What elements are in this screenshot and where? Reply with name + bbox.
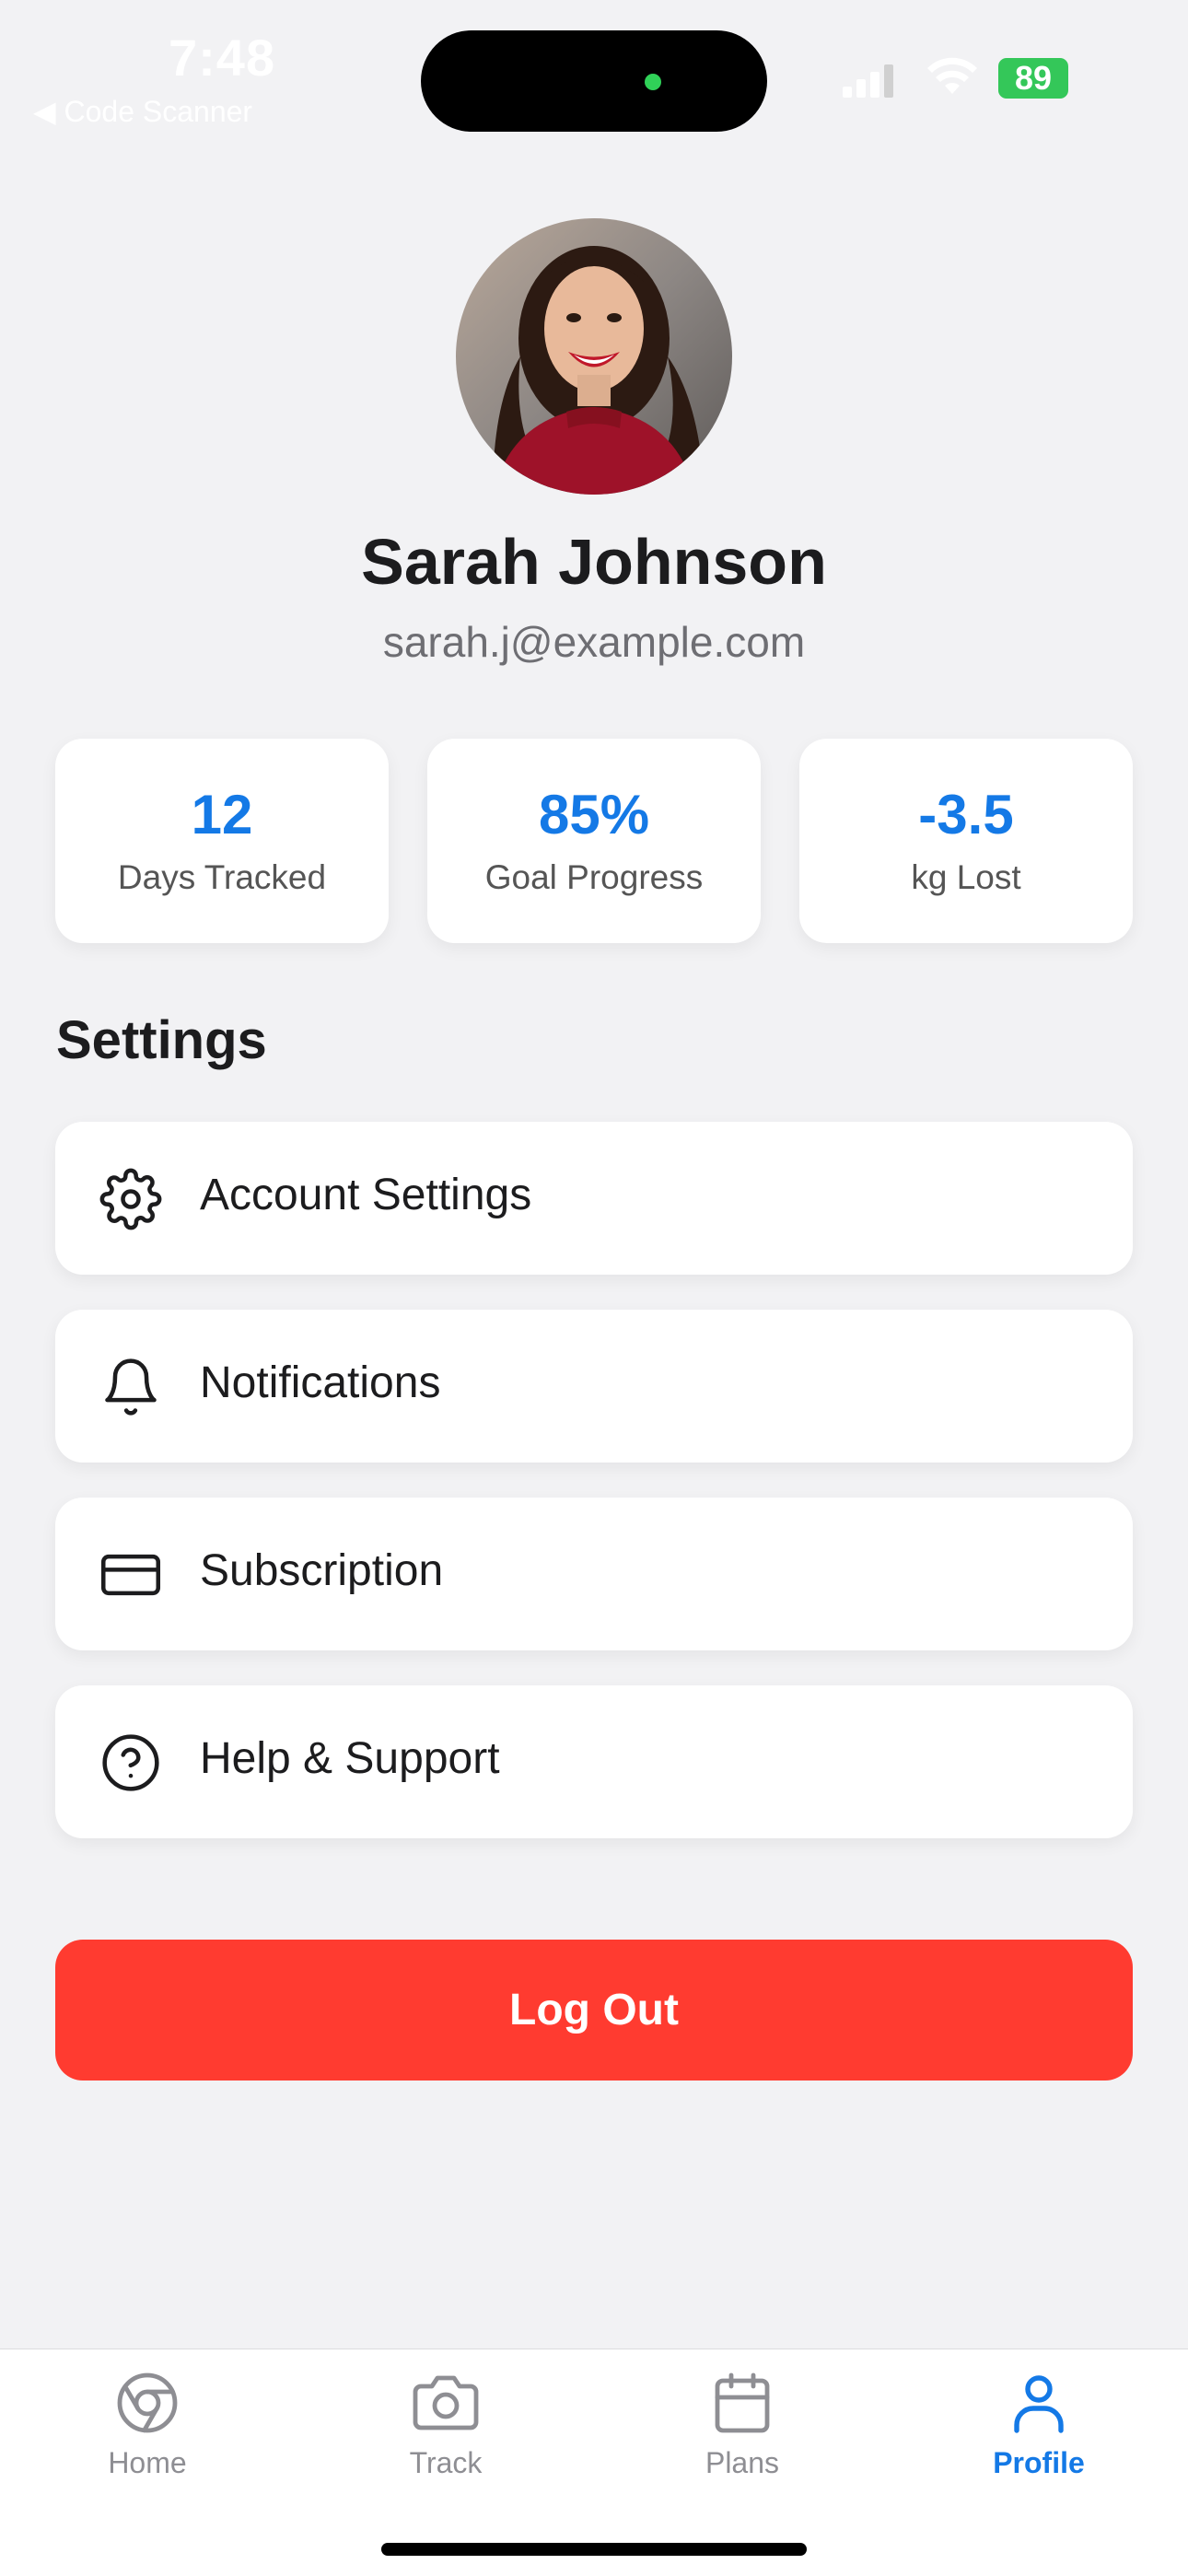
tab-track[interactable]: Track — [354, 2370, 538, 2508]
bell-icon — [105, 1358, 157, 1416]
stat-value: 12 — [191, 784, 253, 845]
calendar-icon — [715, 2372, 770, 2433]
stat-value: 85% — [538, 784, 650, 845]
profile-email: sarah.j@example.com — [382, 618, 806, 666]
tab-label: Profile — [993, 2446, 1085, 2479]
home-indicator[interactable] — [381, 2543, 807, 2556]
tab-bar: Home Track Plans Profile — [0, 2349, 1188, 2576]
logout-button[interactable]: Log Out — [55, 1940, 1133, 2081]
home-icon — [117, 2372, 178, 2433]
stat-value: -3.5 — [918, 784, 1014, 845]
tab-label: Track — [409, 2446, 483, 2479]
settings-item-label: Account Settings — [200, 1171, 532, 1219]
avatar[interactable] — [456, 218, 732, 495]
settings-item-label: Help & Support — [200, 1734, 500, 1783]
status-time: 7:48 — [169, 29, 276, 87]
settings-item-help[interactable]: Help & Support — [55, 1685, 1133, 1838]
settings-item-subscription[interactable]: Subscription — [55, 1498, 1133, 1650]
stat-label: Goal Progress — [484, 858, 704, 896]
battery-indicator: 89 — [998, 58, 1068, 99]
tab-label: Home — [108, 2446, 187, 2479]
back-to-app-link[interactable]: ◀ Code Scanner — [33, 94, 252, 129]
stat-card-days-tracked: 12 Days Tracked — [55, 739, 389, 943]
stat-label: Days Tracked — [117, 858, 327, 896]
credit-card-icon — [100, 1554, 161, 1596]
stat-label: kg Lost — [911, 858, 1021, 896]
settings-item-label: Notifications — [200, 1358, 441, 1407]
camera-indicator — [645, 74, 661, 90]
settings-item-account[interactable]: Account Settings — [55, 1122, 1133, 1275]
tab-plans[interactable]: Plans — [650, 2370, 834, 2508]
stat-card-goal-progress: 85% Goal Progress — [427, 739, 761, 943]
tab-label: Plans — [705, 2446, 780, 2479]
settings-section-title: Settings — [56, 1010, 267, 1070]
stat-card-kg-lost: -3.5 kg Lost — [799, 739, 1133, 943]
help-circle-icon — [102, 1734, 159, 1791]
tab-profile[interactable]: Profile — [947, 2370, 1131, 2508]
profile-photo — [456, 218, 732, 495]
settings-item-label: Subscription — [200, 1546, 444, 1595]
cellular-signal-icon — [843, 64, 893, 98]
dynamic-island — [421, 30, 767, 132]
wifi-icon — [927, 57, 977, 94]
status-bar: 7:48 ◀ Code Scanner 89 — [0, 0, 1188, 132]
settings-item-notifications[interactable]: Notifications — [55, 1310, 1133, 1463]
gear-icon — [99, 1168, 162, 1230]
camera-icon — [413, 2375, 479, 2430]
profile-name: Sarah Johnson — [361, 526, 827, 598]
tab-home[interactable]: Home — [55, 2370, 239, 2508]
person-icon — [1014, 2375, 1064, 2433]
